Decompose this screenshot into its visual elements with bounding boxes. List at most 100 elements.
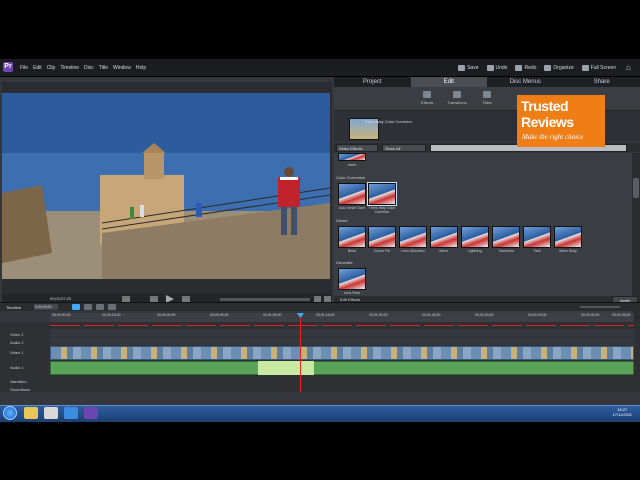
effect-thumb-wave-warp[interactable] [554, 226, 582, 248]
title-bar: Pr File Edit Clip Timeline Disc Title Wi… [0, 59, 640, 77]
render-indicator [50, 325, 634, 326]
category-color-correction: Color Correction [336, 175, 366, 180]
track-video-2[interactable]: Video 2 [0, 331, 48, 339]
subtab-effects[interactable]: Effects [412, 91, 442, 105]
subtab-titles[interactable]: Titles [472, 91, 502, 105]
effect-label-mirror: Mirror [439, 249, 449, 253]
logo-line-2: Reviews [521, 114, 574, 130]
video-clip[interactable] [50, 346, 634, 360]
timeline-toolbar: Timeline 0;00;00;00 [0, 302, 640, 311]
audio-mixer-icon[interactable] [108, 304, 116, 310]
effect-label-transform: Transform [498, 249, 514, 253]
track-video-1[interactable]: Video 1 [0, 349, 48, 357]
screen: Pr File Edit Clip Timeline Disc Title Wi… [0, 0, 640, 480]
subtab-titles-label: Titles [482, 100, 492, 105]
track-soundtrack[interactable]: Soundtrack [0, 386, 48, 394]
media-player-taskbar-icon[interactable] [44, 407, 58, 419]
razor-tool-icon[interactable] [84, 304, 92, 310]
track-narration[interactable]: Narration [0, 378, 48, 386]
subtab-transitions-label: Transitions [447, 100, 467, 105]
full-screen-label: Full Screen [590, 65, 616, 71]
organize-button[interactable]: Organize [544, 65, 574, 71]
menu-file[interactable]: File [20, 65, 28, 71]
zoom-slider[interactable] [580, 306, 620, 308]
effect-thumb-three-way-color-corrector[interactable] [367, 182, 397, 206]
effect-label-lens-flare: Lens Flare [343, 291, 361, 295]
tab-project[interactable]: Project [334, 77, 411, 87]
selected-audio-segment[interactable] [258, 361, 314, 375]
effect-thumb-lightning[interactable] [461, 226, 489, 248]
start-button[interactable] [3, 406, 17, 420]
save-label: Save [467, 65, 479, 71]
transitions-icon [453, 91, 461, 98]
effect-thumb-lens-flare[interactable] [338, 268, 366, 290]
monitor-timecode: 00;02;07;20 [50, 296, 72, 301]
timeline-label: Timeline [6, 305, 21, 310]
full-screen-button[interactable]: Full Screen [581, 65, 616, 71]
video-preview[interactable] [2, 93, 330, 279]
ruler-tick: 00;02;45;00 [612, 313, 631, 317]
effect-label-auto-smart-tone: Auto Smart Tone [338, 206, 365, 210]
panel-tabs: Project Edit Disc Menus Share [334, 77, 640, 87]
effects-scroll-thumb[interactable] [633, 178, 639, 198]
menu-title[interactable]: Title [99, 65, 108, 71]
organize-label: Organize [553, 65, 574, 71]
menu-help[interactable]: Help [136, 65, 146, 71]
shuttle-slider[interactable] [220, 298, 310, 301]
marker-tool-icon[interactable] [96, 304, 104, 310]
tab-share[interactable]: Share [564, 77, 640, 87]
menu-clip[interactable]: Clip [47, 65, 56, 71]
system-clock: 16:27 17/11/2011 [613, 407, 632, 417]
subtab-effects-label: Effects [420, 100, 434, 105]
menu-disc[interactable]: Disc [84, 65, 94, 71]
ruler-tick: 00;02;00;00 [475, 313, 494, 317]
undo-button[interactable]: Undo [486, 65, 508, 71]
effect-category-dropdown[interactable]: Video Effects [336, 144, 378, 152]
menu-timeline[interactable]: Timeline [60, 65, 79, 71]
tab-disc-menus[interactable]: Disc Menus [487, 77, 564, 87]
save-icon [458, 65, 466, 71]
tab-edit[interactable]: Edit [410, 77, 487, 87]
logo-tagline: Make the right choice [522, 133, 584, 141]
category-generate: Generate [336, 260, 353, 265]
internet-explorer-taskbar-icon[interactable] [64, 407, 78, 419]
ruler-tick: 00;01;00;00 [263, 313, 282, 317]
ruler-tick: 00;00;15;00 [102, 313, 121, 317]
effects-icon [423, 91, 431, 98]
effect-thumb-lens-distortion[interactable] [399, 226, 427, 248]
track-audio-1[interactable]: Audio 1 [0, 364, 48, 372]
undo-label: Undo [495, 65, 508, 71]
effect-thumb-bend[interactable] [338, 226, 366, 248]
effect-thumb-twirl[interactable] [523, 226, 551, 248]
explorer-taskbar-icon[interactable] [24, 407, 38, 419]
effect-preview-name: Three-Way Color Corrector [364, 119, 413, 124]
audio-clip[interactable] [50, 361, 634, 375]
home-icon[interactable]: ⌂ [626, 63, 636, 72]
menu-bar: File Edit Clip Timeline Disc Title Windo… [20, 59, 146, 77]
undo-icon [486, 65, 494, 71]
video2-track-area[interactable] [50, 329, 634, 337]
view-dropdown[interactable]: Show All [382, 144, 426, 152]
menu-edit[interactable]: Edit [33, 65, 42, 71]
effect-thumb-transform[interactable] [492, 226, 520, 248]
audio2-track-area[interactable] [50, 338, 634, 345]
effect-label-twirl: Twirl [533, 249, 541, 253]
subtab-transitions[interactable]: Transitions [442, 91, 472, 105]
redo-icon [515, 65, 523, 71]
menu-window[interactable]: Window [113, 65, 131, 71]
ruler-tick: 00;00;30;00 [157, 313, 176, 317]
category-distort: Distort [336, 218, 348, 223]
effect-thumb-corner-pin[interactable] [368, 226, 396, 248]
video-frame [2, 93, 330, 279]
save-button[interactable]: Save [458, 65, 479, 71]
effect-label-lens-distortion: Lens Distortion [401, 249, 425, 253]
effect-thumb-invert[interactable] [338, 153, 366, 161]
effect-thumb-mirror[interactable] [430, 226, 458, 248]
redo-button[interactable]: Redo [515, 65, 536, 71]
select-tool-icon[interactable] [72, 304, 80, 310]
playhead[interactable] [300, 316, 301, 392]
track-audio-2[interactable]: Audio 2 [0, 339, 48, 347]
top-actions: Save Undo Redo Organize Full Screen [458, 59, 616, 77]
effect-thumb-auto-smart-tone[interactable] [338, 183, 366, 205]
premiere-taskbar-icon[interactable] [84, 407, 98, 419]
